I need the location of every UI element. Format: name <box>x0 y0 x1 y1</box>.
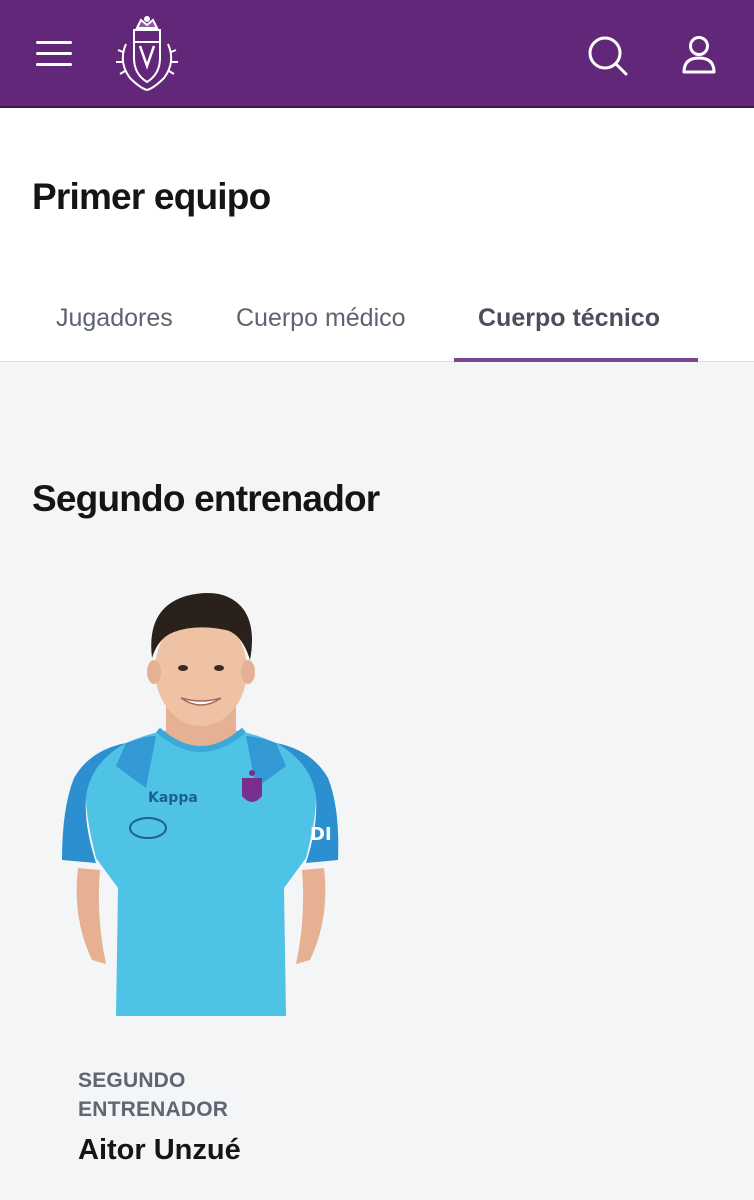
tab-jugadores[interactable]: Jugadores <box>56 304 173 333</box>
user-icon[interactable] <box>676 32 722 78</box>
menu-line <box>36 41 72 44</box>
page-header: Primer equipo Jugadores Cuerpo médico Cu… <box>0 108 754 362</box>
club-crest-icon[interactable] <box>112 14 182 94</box>
tab-cuerpo-tecnico[interactable]: Cuerpo técnico <box>478 304 660 333</box>
active-tab-indicator <box>454 358 698 362</box>
staff-name[interactable]: Aitor Unzué <box>78 1134 241 1167</box>
tab-cuerpo-medico[interactable]: Cuerpo médico <box>236 304 406 333</box>
staff-role: SEGUNDO ENTRENADOR <box>78 1069 229 1121</box>
section-title: Segundo entrenador <box>32 478 380 519</box>
hamburger-menu-icon[interactable] <box>34 38 74 70</box>
search-icon[interactable] <box>584 32 630 78</box>
svg-text:Kappa: Kappa <box>148 790 198 806</box>
page-title: Primer equipo <box>32 176 271 217</box>
top-navigation-bar <box>0 0 754 108</box>
menu-line <box>36 63 72 66</box>
staff-photo[interactable]: Kappa DI <box>56 588 346 1018</box>
svg-text:DI: DI <box>310 824 332 845</box>
menu-line <box>36 52 72 55</box>
